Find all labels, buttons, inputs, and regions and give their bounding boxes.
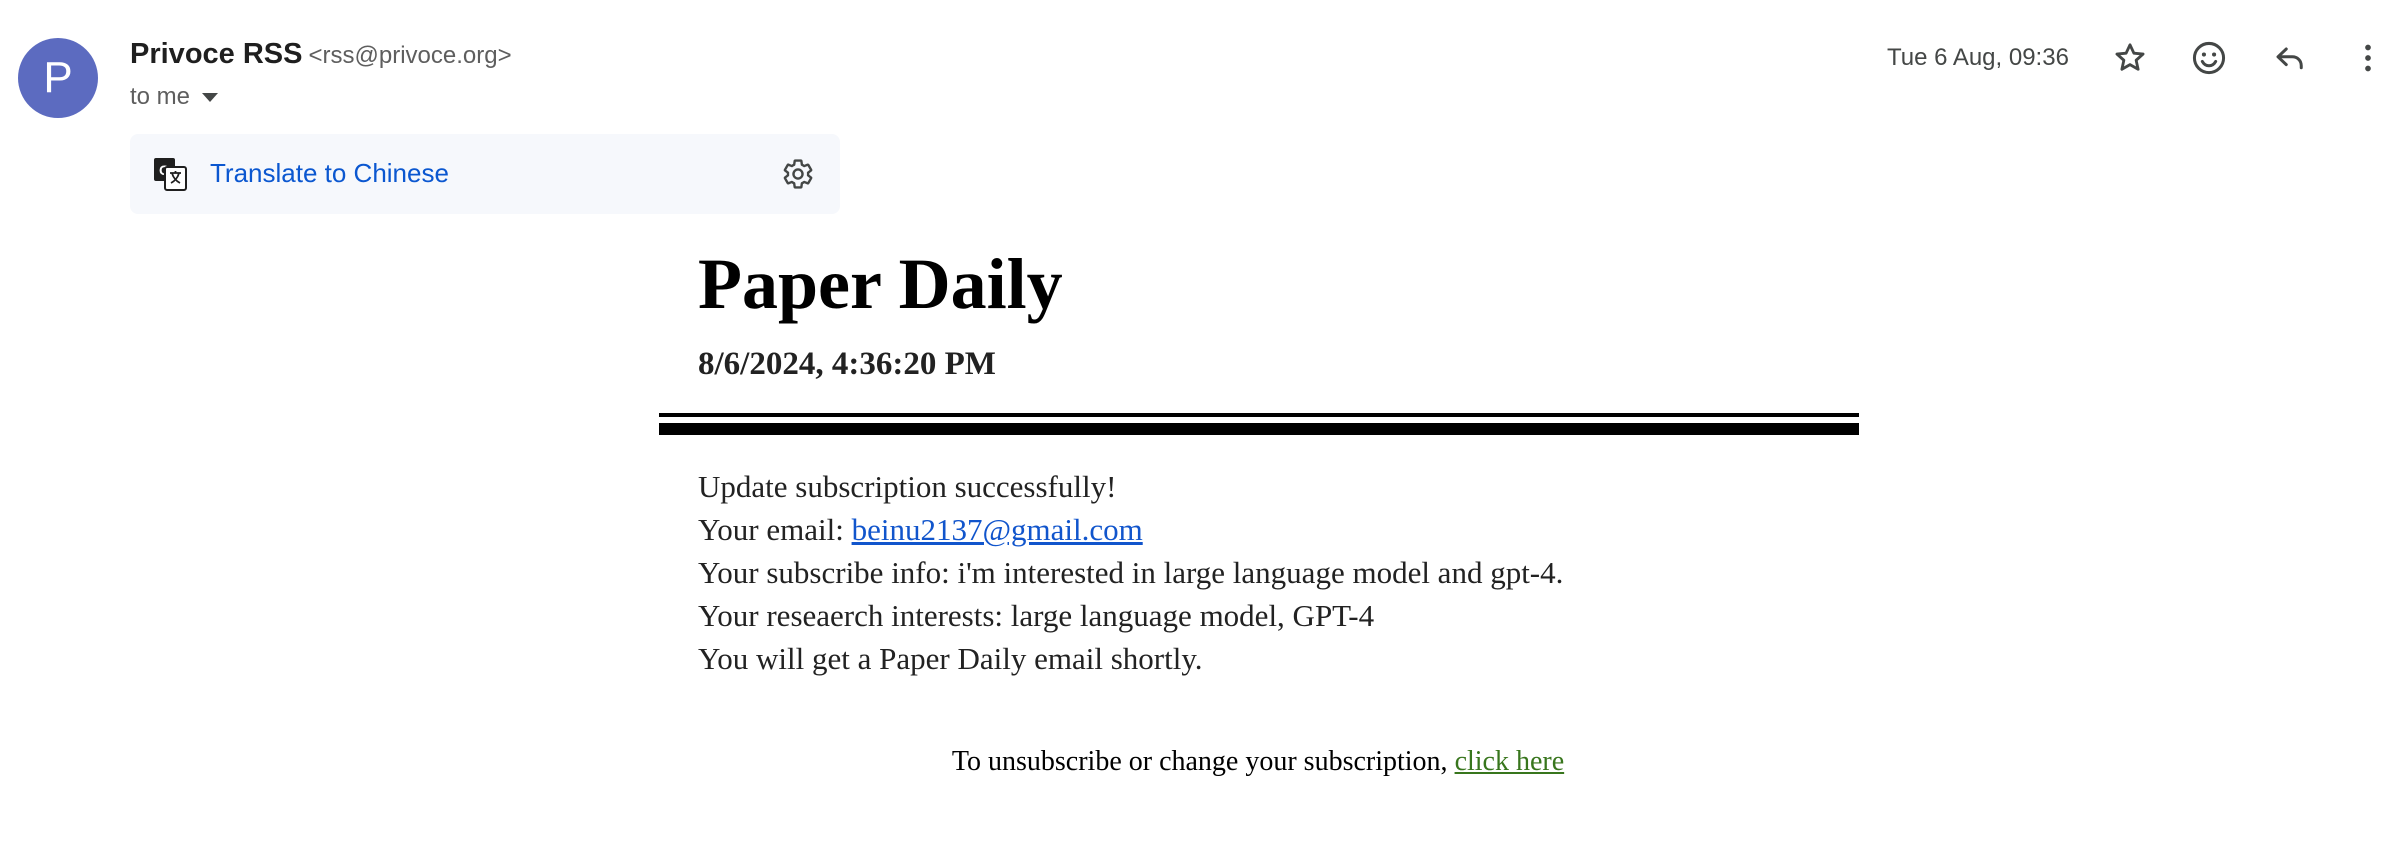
email-date: Tue 6 Aug, 09:36 [1887, 44, 2069, 71]
recipient-label: to me [130, 83, 191, 110]
unsubscribe-footer: To unsubscribe or change your subscripti… [0, 746, 2406, 778]
unsubscribe-link[interactable]: click here [1455, 746, 1565, 777]
unsubscribe-text: To unsubscribe or change your subscripti… [951, 746, 1455, 777]
subscriber-email-link[interactable]: beinu2137@gmail.com [852, 512, 1143, 547]
translate-settings-button[interactable] [776, 152, 820, 196]
translate-link[interactable]: Translate to Chinese [210, 158, 449, 189]
reply-button[interactable] [2262, 30, 2318, 86]
gear-icon [783, 159, 813, 189]
more-vert-icon [2365, 44, 2371, 72]
confirmation-line: Update subscription successfully! [698, 469, 1117, 504]
sender-email: <rss@privoce.org> [308, 42, 512, 69]
star-button[interactable] [2102, 30, 2158, 86]
header-divider-thin [659, 413, 1859, 417]
sender-name[interactable]: Privoce RSS [130, 38, 302, 70]
newsletter-timestamp: 8/6/2024, 4:36:20 PM [698, 346, 996, 382]
sender-line: Privoce RSS <rss@privoce.org> [130, 38, 512, 71]
header-divider-thick [659, 423, 1859, 435]
translate-bar: G Translate to Chinese [130, 134, 840, 214]
avatar-letter: P [43, 53, 73, 102]
notice-line: You will get a Paper Daily email shortly… [698, 641, 1203, 676]
research-interests-line: Your reseaerch interests: large language… [698, 598, 1375, 633]
email-body: Update subscription successfully! Your e… [698, 465, 1563, 680]
add-reaction-button[interactable] [2181, 30, 2237, 86]
emoji-icon [2192, 41, 2226, 75]
recipient-details-toggle[interactable]: to me [130, 83, 219, 111]
translate-icon: G [154, 158, 187, 191]
avatar[interactable]: P [18, 38, 98, 118]
reply-icon [2276, 47, 2303, 70]
email-line-label: Your email: [698, 512, 852, 547]
newsletter-title: Paper Daily [698, 244, 1063, 324]
more-options-button[interactable] [2340, 30, 2396, 86]
subscribe-info-line: Your subscribe info: i'm interested in l… [698, 555, 1564, 590]
email-line: Your email: beinu2137@gmail.com [698, 508, 1563, 551]
star-icon [2115, 43, 2145, 71]
caret-down-icon[interactable] [202, 92, 219, 102]
